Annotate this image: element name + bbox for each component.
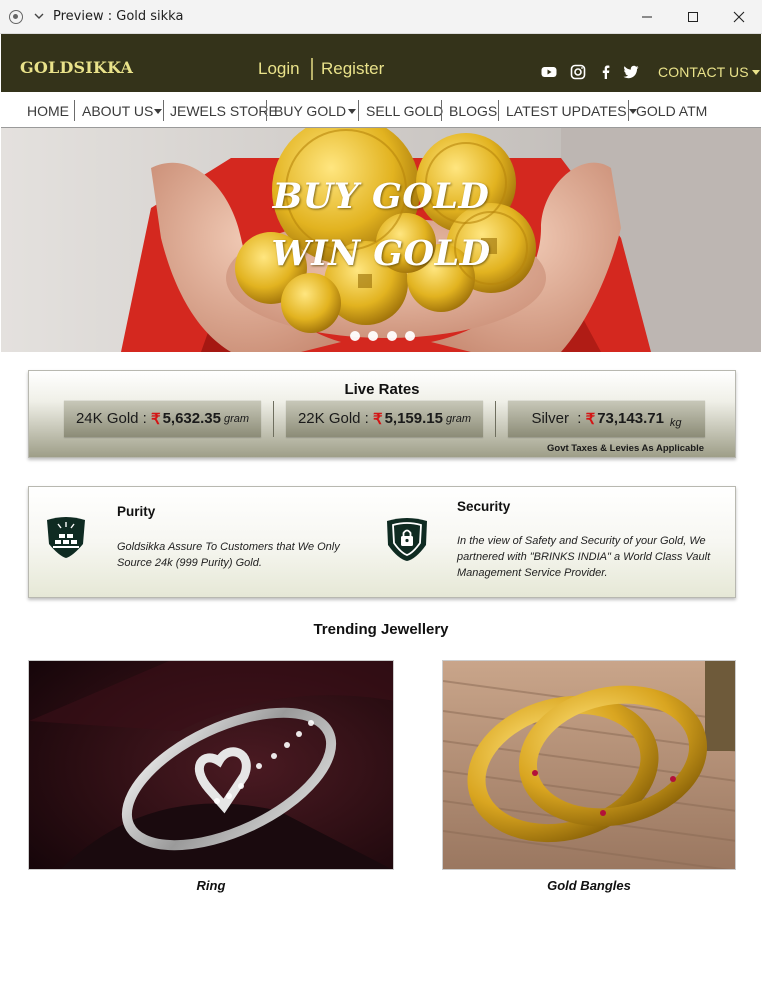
- window-title: Preview : Gold sikka: [53, 9, 184, 24]
- product-card-gold-bangles[interactable]: [442, 660, 736, 870]
- nav-divider: [74, 100, 75, 121]
- nav-item-latest-updates[interactable]: LATEST UPDATES: [506, 103, 637, 119]
- twitter-icon[interactable]: [623, 64, 639, 80]
- carousel-dot[interactable]: [350, 331, 360, 341]
- nav-item-home[interactable]: HOME: [27, 103, 69, 119]
- rupee-symbol: ₹: [373, 410, 383, 428]
- product-name[interactable]: Gold Bangles: [442, 878, 736, 893]
- nav-item-label: ABOUT US: [82, 103, 154, 119]
- maximize-button[interactable]: [670, 0, 716, 34]
- rate-value: 5,159.15: [384, 410, 443, 427]
- product-card-ring[interactable]: [28, 660, 394, 870]
- auth-divider: [311, 58, 313, 80]
- close-icon: [733, 11, 745, 23]
- shield-lock-icon: [387, 518, 427, 561]
- taxes-note: Govt Taxes & Levies As Applicable: [547, 443, 704, 454]
- rupee-symbol: ₹: [585, 410, 596, 428]
- rate-value: 5,632.35: [162, 410, 221, 427]
- nav-item-sell-gold[interactable]: SELL GOLD: [366, 103, 443, 119]
- trending-title: Trending Jewellery: [313, 621, 449, 638]
- nav-item-about-us[interactable]: ABOUT US: [82, 103, 163, 119]
- live-rates-title: Live Rates: [344, 381, 420, 398]
- nav-item-label: HOME: [27, 103, 69, 119]
- hero-banner[interactable]: BUY GOLD WIN GOLD: [1, 128, 761, 352]
- carousel-dot-active[interactable]: [387, 331, 397, 341]
- carousel-dot[interactable]: [405, 331, 415, 341]
- nav-divider: [266, 100, 267, 121]
- nav-divider: [498, 100, 499, 121]
- nav-item-blogs[interactable]: BLOGS: [449, 103, 497, 119]
- nav-divider: [441, 100, 442, 121]
- nav-item-label: GOLD ATM: [636, 103, 708, 119]
- rate-22k-gold: 22K Gold : ₹5,159.15 gram: [286, 400, 483, 437]
- nav-item-label: SELL GOLD: [366, 103, 444, 119]
- caret-down-icon: [751, 69, 760, 75]
- rate-unit: gram: [223, 412, 250, 425]
- hero-headline-line-1: BUY GOLD: [272, 176, 490, 217]
- minimize-icon: [642, 16, 652, 18]
- rate-value: 73,143.71: [597, 410, 664, 427]
- facebook-icon[interactable]: [598, 64, 614, 80]
- rate-divider: [495, 401, 496, 437]
- rate-label: 24K Gold :: [75, 410, 147, 427]
- bangles-image: [443, 661, 735, 869]
- caret-down-icon: [154, 108, 163, 114]
- nav-item-label: BUY GOLD: [274, 103, 347, 119]
- nav-item-gold-atm[interactable]: GOLD ATM: [636, 103, 707, 119]
- maximize-icon: [688, 12, 698, 22]
- carousel-dot[interactable]: [368, 331, 378, 341]
- nav-divider: [163, 100, 164, 121]
- rate-unit: gram: [445, 412, 472, 425]
- nav-item-label: LATEST UPDATES: [506, 103, 627, 119]
- rate-24k-gold: 24K Gold : ₹5,632.35 gram: [64, 400, 261, 437]
- hero-headline-line-2: WIN GOLD: [271, 233, 491, 274]
- nav-divider: [628, 100, 629, 121]
- gold-bars-icon: [47, 517, 85, 558]
- rate-label: 22K Gold :: [297, 410, 369, 427]
- nav-item-label: JEWELS STORE: [170, 103, 278, 119]
- rate-label: Silver :: [531, 410, 582, 427]
- minimize-button[interactable]: [624, 0, 670, 34]
- security-description: In the view of Safety and Security of yo…: [457, 535, 711, 579]
- nav-item-jewels-store[interactable]: JEWELS STORE: [170, 103, 278, 119]
- window-titlebar: Preview : Gold sikka: [0, 0, 762, 34]
- login-link[interactable]: Login: [258, 59, 300, 79]
- main-nav: HOME ABOUT US JEWELS STORE BUY GOLD SELL…: [1, 92, 761, 128]
- register-link[interactable]: Register: [321, 59, 384, 79]
- purity-description: Goldsikka Assure To Customers that We On…: [117, 541, 340, 569]
- ring-image: [29, 661, 393, 869]
- rate-divider: [273, 401, 274, 437]
- security-title: Security: [457, 499, 511, 514]
- rate-silver: Silver : ₹73,143.71 kg: [508, 400, 705, 437]
- close-button[interactable]: [716, 0, 762, 34]
- purity-title: Purity: [117, 504, 156, 519]
- youtube-icon[interactable]: [541, 64, 557, 80]
- product-name[interactable]: Ring: [28, 878, 394, 893]
- live-rates-panel: Live Rates 24K Gold : ₹5,632.35 gram 22K …: [28, 370, 736, 458]
- nav-item-label: BLOGS: [449, 103, 498, 119]
- rupee-symbol: ₹: [151, 410, 161, 428]
- app-icon: [9, 10, 23, 24]
- site-header: GOLDSIKKA Login Register CONTACT US: [1, 34, 761, 92]
- features-panel: Purity Goldsikka Assure To Customers tha…: [28, 486, 736, 598]
- caret-down-icon: [348, 108, 357, 114]
- nav-divider: [358, 100, 359, 121]
- contact-us-menu[interactable]: CONTACT US: [658, 64, 760, 80]
- rate-unit: kg: [669, 416, 682, 429]
- chevron-down-icon[interactable]: [33, 10, 45, 22]
- nav-item-buy-gold[interactable]: BUY GOLD: [274, 103, 357, 119]
- site-logo[interactable]: GOLDSIKKA: [20, 58, 133, 77]
- contact-us-label: CONTACT US: [658, 64, 749, 80]
- instagram-icon[interactable]: [570, 64, 586, 80]
